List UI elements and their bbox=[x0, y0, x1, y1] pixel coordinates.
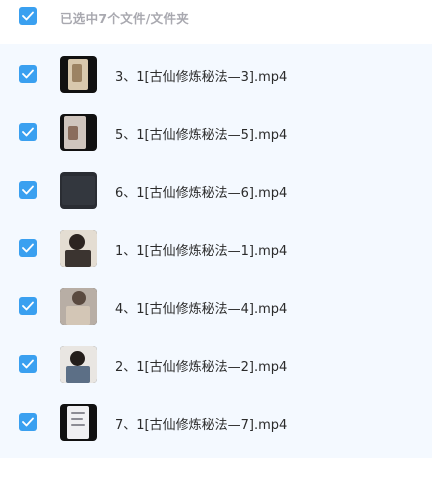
video-thumbnail bbox=[60, 172, 97, 209]
check-icon bbox=[22, 127, 34, 137]
select-all-checkbox[interactable] bbox=[19, 7, 37, 25]
file-name: 1、1[古仙修炼秘法—1].mp4 bbox=[115, 244, 288, 259]
check-icon bbox=[22, 417, 34, 427]
file-checkbox[interactable] bbox=[19, 413, 37, 431]
file-name: 6、1[古仙修炼秘法—6].mp4 bbox=[115, 186, 288, 201]
file-checkbox[interactable] bbox=[19, 123, 37, 141]
video-thumbnail bbox=[60, 230, 97, 267]
file-row[interactable]: 6、1[古仙修炼秘法—6].mp4 bbox=[0, 160, 432, 218]
file-checkbox[interactable] bbox=[19, 239, 37, 257]
check-icon bbox=[22, 243, 34, 253]
file-checkbox[interactable] bbox=[19, 65, 37, 83]
selection-count-text: 已选中7个文件/文件夹 bbox=[60, 11, 190, 26]
file-row[interactable]: 5、1[古仙修炼秘法—5].mp4 bbox=[0, 102, 432, 160]
file-row[interactable]: 4、1[古仙修炼秘法—4].mp4 bbox=[0, 276, 432, 334]
file-row[interactable]: 3、1[古仙修炼秘法—3].mp4 bbox=[0, 44, 432, 102]
file-name: 4、1[古仙修炼秘法—4].mp4 bbox=[115, 302, 288, 317]
file-name: 7、1[古仙修炼秘法—7].mp4 bbox=[115, 418, 288, 433]
file-name: 3、1[古仙修炼秘法—3].mp4 bbox=[115, 70, 288, 85]
video-thumbnail bbox=[60, 346, 97, 383]
check-icon bbox=[22, 301, 34, 311]
check-icon bbox=[22, 69, 34, 79]
check-icon bbox=[22, 359, 34, 369]
file-checkbox[interactable] bbox=[19, 181, 37, 199]
file-row[interactable]: 2、1[古仙修炼秘法—2].mp4 bbox=[0, 334, 432, 392]
file-name: 5、1[古仙修炼秘法—5].mp4 bbox=[115, 128, 288, 143]
file-checkbox[interactable] bbox=[19, 297, 37, 315]
video-thumbnail bbox=[60, 404, 97, 441]
selection-header: 已选中7个文件/文件夹 bbox=[0, 0, 432, 34]
file-checkbox[interactable] bbox=[19, 355, 37, 373]
file-row[interactable]: 7、1[古仙修炼秘法—7].mp4 bbox=[0, 392, 432, 450]
video-thumbnail bbox=[60, 114, 97, 151]
video-thumbnail bbox=[60, 56, 97, 93]
video-thumbnail bbox=[60, 288, 97, 325]
check-icon bbox=[22, 11, 34, 21]
file-list: 3、1[古仙修炼秘法—3].mp4 5、1[古仙修炼秘法—5].mp4 6、1[… bbox=[0, 44, 432, 458]
file-name: 2、1[古仙修炼秘法—2].mp4 bbox=[115, 360, 288, 375]
file-row[interactable]: 1、1[古仙修炼秘法—1].mp4 bbox=[0, 218, 432, 276]
check-icon bbox=[22, 185, 34, 195]
